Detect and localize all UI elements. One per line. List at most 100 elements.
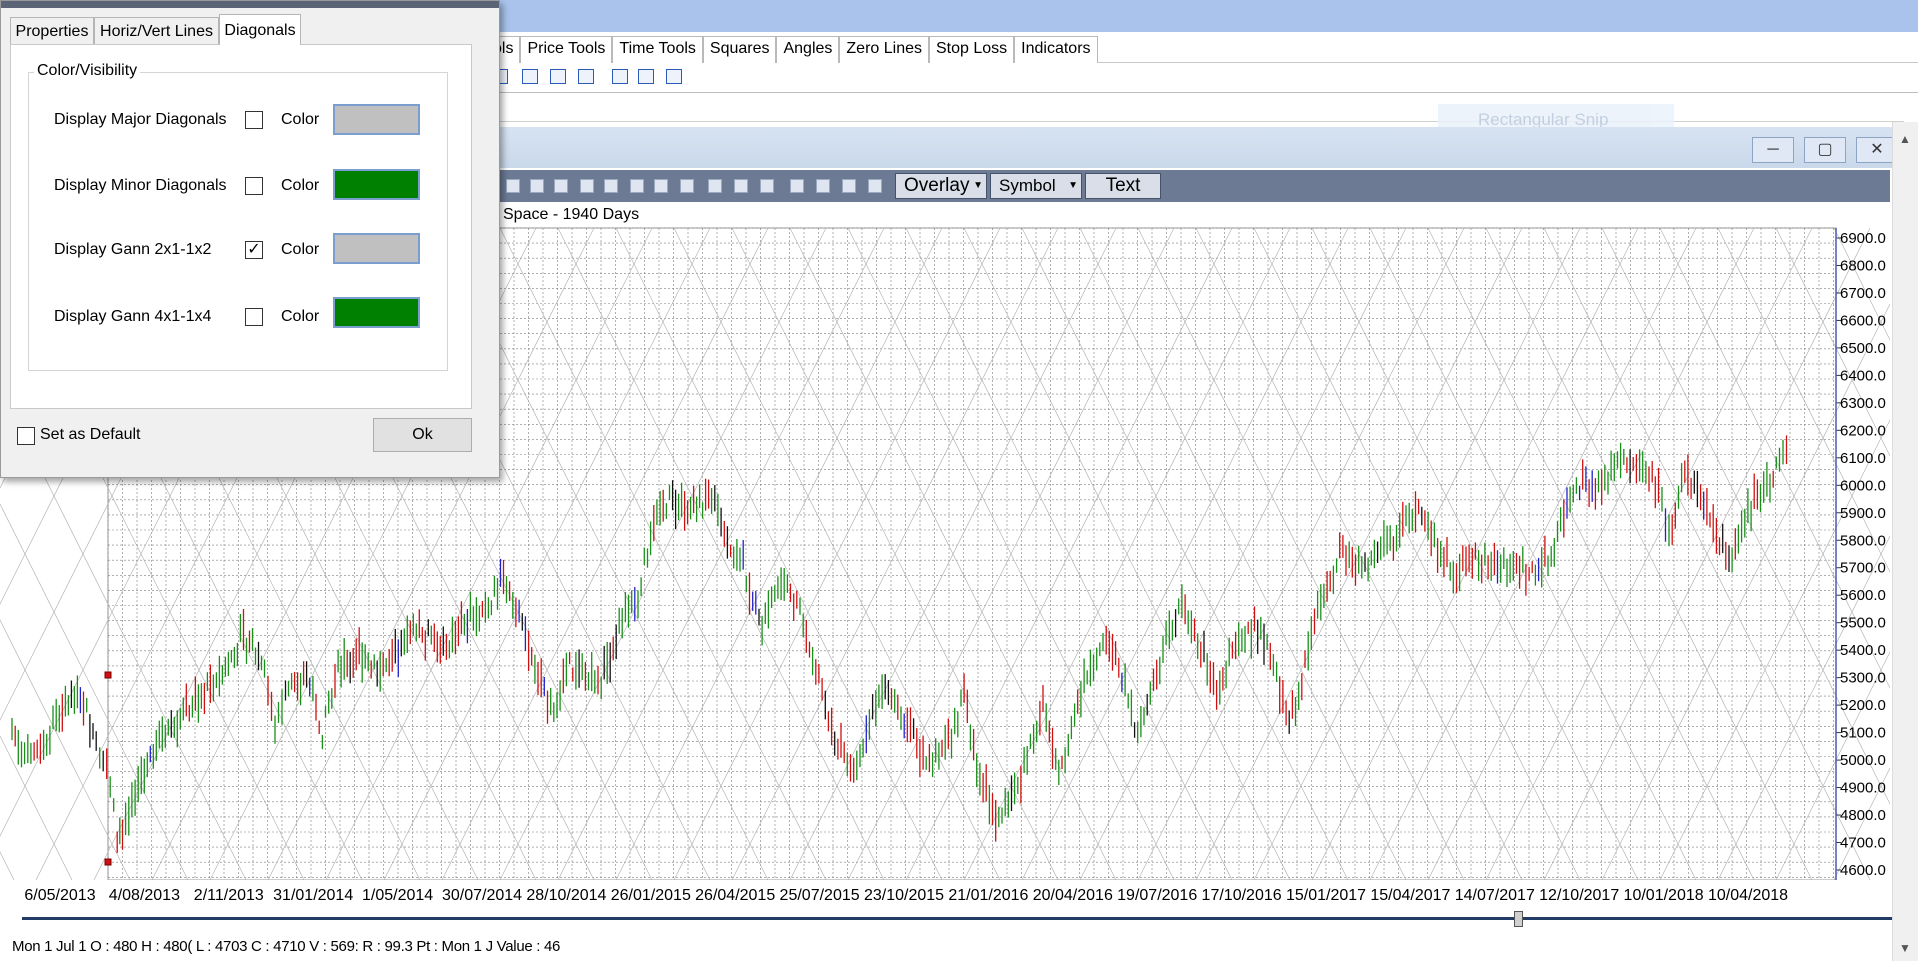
text-button[interactable]: Text (1085, 173, 1161, 199)
chart-tool-icon[interactable] (816, 179, 830, 193)
major-diagonals-color-swatch[interactable] (333, 104, 420, 135)
tab-properties[interactable]: Properties (10, 17, 94, 44)
x-axis-tick-label: 26/01/2015 (610, 887, 691, 904)
x-axis-tick-label: 15/01/2017 (1285, 887, 1367, 904)
gann-2x1-color-swatch[interactable] (333, 233, 420, 264)
x-axis-tick-label: 21/01/2016 (948, 887, 1029, 904)
tab-horiz-vert-lines[interactable]: Horiz/Vert Lines (94, 17, 219, 44)
minimize-button[interactable]: ─ (1752, 137, 1794, 163)
menu-tab-indicators[interactable]: Indicators (1014, 36, 1098, 63)
zoom-out-icon[interactable] (654, 179, 668, 193)
menu-tabs: ols Price Tools Time Tools Squares Angle… (486, 36, 1098, 63)
y-axis-tick-label: 4900.0 (1840, 780, 1886, 797)
x-axis-tick-label: 17/10/2016 (1201, 887, 1282, 904)
ok-button[interactable]: Ok (373, 418, 472, 452)
x-axis-tick-label: 23/10/2015 (863, 887, 945, 904)
dialog-titlebar[interactable] (1, 1, 499, 8)
y-axis-tick-label: 6400.0 (1840, 367, 1886, 384)
x-axis-tick-label: 28/10/2014 (526, 887, 607, 904)
chart-tool-icon[interactable] (708, 179, 722, 193)
y-axis-tick-label: 5200.0 (1840, 697, 1886, 714)
y-axis-tick-label: 6700.0 (1840, 285, 1886, 302)
time-slider-thumb[interactable] (1514, 911, 1523, 927)
diagonals-dialog: Properties Horiz/Vert Lines Diagonals Co… (0, 0, 500, 478)
menu-tab-price-tools[interactable]: Price Tools (520, 36, 613, 63)
square-tool-icon[interactable] (612, 69, 628, 84)
scroll-down-icon[interactable]: ▼ (1899, 941, 1911, 955)
arc-tool-icon[interactable] (522, 69, 538, 84)
gann-4x1-color-swatch[interactable] (333, 297, 420, 328)
chevron-down-icon: ▼ (1068, 180, 1078, 191)
anchor-handle (104, 858, 112, 866)
y-axis-tick-label: 6100.0 (1840, 450, 1886, 467)
x-axis-tick-label: 15/04/2017 (1370, 887, 1451, 904)
chart-tool-icon[interactable] (554, 179, 568, 193)
x-axis-tick-label: 6/05/2013 (24, 887, 96, 904)
ellipse-tool-icon[interactable] (666, 69, 682, 84)
menu-tab-squares[interactable]: Squares (702, 36, 777, 63)
menu-tab-time-tools[interactable]: Time Tools (612, 36, 703, 63)
y-axis-tick-label: 5100.0 (1840, 725, 1886, 742)
chevron-down-icon: ▼ (973, 180, 983, 191)
menu-tab-stop-loss[interactable]: Stop Loss (929, 36, 1015, 63)
chart-tool-icon[interactable] (680, 179, 694, 193)
x-axis-tick-label: 10/04/2018 (1707, 887, 1789, 904)
gann-2x1-checkbox[interactable]: ✓ (245, 241, 263, 259)
y-axis-tick-label: 4700.0 (1840, 835, 1886, 852)
curve-tool-icon[interactable] (578, 69, 594, 84)
chart-tool-icon[interactable] (760, 179, 774, 193)
menu-tab-angles[interactable]: Angles (776, 36, 840, 63)
chart-tool-icon[interactable] (530, 179, 544, 193)
overlay-dropdown[interactable]: Overlay ▼ (895, 173, 987, 199)
set-default-label: Set as Default (40, 426, 141, 443)
triangle-tool-icon[interactable] (638, 69, 654, 84)
zoom-in-icon[interactable] (630, 179, 644, 193)
color-label: Color (281, 241, 320, 258)
menu-tab-zero-lines[interactable]: Zero Lines (839, 36, 929, 63)
y-axis-tick-label: 6900.0 (1840, 230, 1886, 247)
gann-4x1-checkbox[interactable] (245, 308, 263, 326)
x-axis-tick-label: 30/07/2014 (441, 887, 523, 904)
chart-tool-icon[interactable] (842, 179, 856, 193)
chart-tool-icon[interactable] (506, 179, 520, 193)
minor-diagonals-label: Display Minor Diagonals (54, 177, 227, 194)
y-axis-tick-label: 6600.0 (1840, 312, 1886, 329)
tab-diagonals[interactable]: Diagonals (219, 14, 301, 45)
x-axis-tick-label: 19/07/2016 (1117, 887, 1198, 904)
minor-diagonals-color-swatch[interactable] (333, 169, 420, 200)
nav-right-icon[interactable] (604, 179, 618, 193)
y-axis-tick-label: 5800.0 (1840, 532, 1886, 549)
set-default-checkbox[interactable] (17, 427, 35, 445)
x-axis-tick-label: 14/07/2017 (1454, 887, 1535, 904)
group-title: Color/Visibility (34, 62, 141, 80)
x-axis-tick-label: 12/10/2017 (1539, 887, 1620, 904)
x-axis-tick-label: 2/11/2013 (193, 887, 264, 904)
y-axis-tick-label: 5000.0 (1840, 752, 1886, 769)
color-label: Color (281, 308, 320, 325)
y-axis-tick-label: 4600.0 (1840, 862, 1886, 879)
color-label: Color (281, 111, 320, 128)
symbol-dropdown[interactable]: Symbol ▼ (990, 173, 1082, 199)
circle-tool-icon[interactable] (550, 69, 566, 84)
x-axis-tick-label: 31/01/2014 (273, 887, 354, 904)
major-diagonals-checkbox[interactable] (245, 111, 263, 129)
y-axis-tick-label: 4800.0 (1840, 807, 1886, 824)
status-bar: Mon 1 Jul 1 O : 480 H : 480( L : 4703 C … (12, 938, 561, 955)
x-axis-tick-label: 25/07/2015 (779, 887, 860, 904)
symbol-label: Symbol (999, 176, 1056, 195)
nav-left-icon[interactable] (580, 179, 594, 193)
minor-diagonals-checkbox[interactable] (245, 177, 263, 195)
x-axis-tick-label: 26/04/2015 (695, 887, 776, 904)
chart-tool-icon[interactable] (868, 179, 882, 193)
time-slider-track[interactable] (22, 917, 1892, 920)
gann-2x1-label: Display Gann 2x1-1x2 (54, 241, 212, 258)
chart-tool-icon[interactable] (790, 179, 804, 193)
scroll-up-icon[interactable]: ▲ (1899, 132, 1911, 146)
vertical-scrollbar[interactable]: ▲ ▼ (1892, 122, 1918, 961)
y-axis-tick-label: 5700.0 (1840, 560, 1886, 577)
maximize-button[interactable]: ▢ (1804, 137, 1846, 163)
chart-tool-icon[interactable] (734, 179, 748, 193)
y-axis-tick-label: 6200.0 (1840, 422, 1886, 439)
y-axis-tick-label: 5400.0 (1840, 642, 1886, 659)
y-axis-tick-label: 5600.0 (1840, 587, 1886, 604)
